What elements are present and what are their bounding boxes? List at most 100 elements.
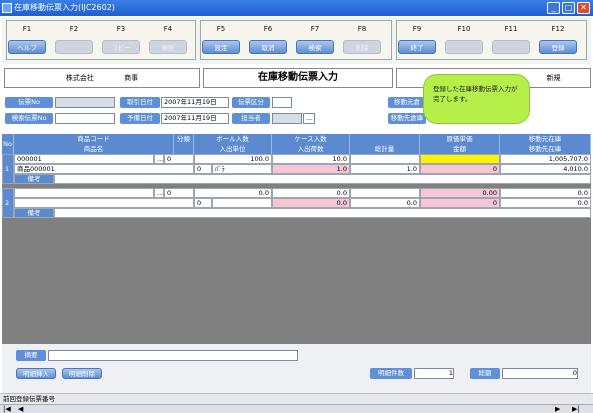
fkey-button-f6[interactable]: 取消	[249, 40, 287, 54]
search-no-field[interactable]	[55, 113, 115, 124]
maximize-button[interactable]: □	[562, 2, 575, 14]
col-stock-to: 移動先在庫	[500, 144, 591, 154]
unit-price-field[interactable]	[420, 154, 500, 164]
fkey-button-f10[interactable]	[445, 40, 483, 54]
record-navigator: |◀ ◀ ▶ ▶|	[0, 404, 593, 413]
fkey-label-f12: F12	[551, 25, 565, 33]
col-amount: 金額	[420, 144, 500, 154]
fkey-button-f2[interactable]	[55, 40, 93, 54]
fkey-button-f11[interactable]	[492, 40, 530, 54]
row-memo-label: 備考	[14, 174, 54, 184]
stock-from-field: 0.0	[500, 188, 591, 198]
product-name-field	[14, 198, 194, 208]
fkey-label-f8: F8	[357, 25, 367, 33]
fkey-button-f12[interactable]: 登録	[539, 40, 577, 54]
total-label: 総額	[470, 368, 500, 379]
insert-row-button[interactable]: 明細挿入	[16, 368, 56, 379]
fkey-label-f9: F9	[412, 25, 422, 33]
unit-field[interactable]	[212, 198, 272, 208]
unit-field[interactable]: ﾊﾞﾗ	[212, 164, 272, 174]
fkey-button-f9[interactable]: 終了	[398, 40, 436, 54]
minimize-button[interactable]: _	[547, 2, 560, 14]
delete-row-button[interactable]: 明細削除	[62, 368, 102, 379]
col-name: 商品名	[14, 144, 174, 154]
row-count-value: 1	[414, 368, 454, 379]
slip-type-field[interactable]	[272, 97, 292, 108]
bara-qty-field[interactable]: 100.0	[194, 154, 272, 164]
fkey-button-f1[interactable]: ヘルプ	[8, 40, 46, 54]
product-code-input[interactable]: 000001	[14, 154, 154, 164]
last-record-icon[interactable]: ▶|	[572, 405, 580, 413]
row-memo-label: 備考	[14, 208, 54, 218]
company-box: 株式会社 商事	[4, 68, 200, 88]
col-bunrui: 分類	[174, 134, 194, 154]
fkey-label-f1: F1	[22, 25, 32, 33]
dest-label-2: 移動先倉庫	[388, 113, 426, 124]
unit-select[interactable]: 0	[194, 164, 212, 174]
category-field[interactable]: 0	[164, 188, 194, 198]
total-qty-field: 1.0	[350, 164, 420, 174]
fkey-label-f6: F6	[263, 25, 273, 33]
slip-no-field[interactable]	[55, 97, 115, 108]
col-price: 原価単価	[420, 134, 500, 144]
product-lookup-button[interactable]: ...	[154, 188, 164, 198]
title-bar: 在庫移動伝票入力(IJC2602) _ □ ✕	[0, 0, 593, 16]
unit-select[interactable]: 0	[194, 198, 212, 208]
fkey-label-f10: F10	[457, 25, 471, 33]
dest-label-1: 移動元倉	[388, 97, 426, 108]
case-qty-field[interactable]: 10.0	[272, 154, 350, 164]
stock-to-field: 4,010.0	[500, 164, 591, 174]
trans-date-field[interactable]: 2007年11月19日	[161, 97, 229, 108]
fkey-label-f3: F3	[116, 25, 126, 33]
search-no-label: 検索伝票No	[5, 113, 53, 124]
product-lookup-button[interactable]: ...	[154, 154, 164, 164]
fkey-label-f7: F7	[310, 25, 320, 33]
fkey-button-f7[interactable]: 検索	[296, 40, 334, 54]
col-code: 商品コード	[14, 134, 174, 144]
app-icon	[2, 3, 12, 13]
stock-from-field: 1,005,707.0	[500, 154, 591, 164]
completion-tooltip: 登録した在庫移動伝票入力が完了します。	[423, 74, 530, 124]
amount-field: 0	[420, 198, 500, 208]
fkey-button-f5[interactable]: 設定	[202, 40, 240, 54]
category-field[interactable]: 0	[164, 154, 194, 164]
stock-to-field: 0.0	[500, 198, 591, 208]
slip-no-label: 伝票No	[5, 97, 53, 108]
plan-date-field[interactable]: 2007年11月19日	[161, 113, 229, 124]
detail-grid: No 商品コード 商品名 分類 ボール入数 入出単位 ケース入数 入出荷数 総計…	[2, 134, 591, 344]
row-memo-field[interactable]	[54, 208, 591, 218]
unit-price-field[interactable]: 0.00	[420, 188, 500, 198]
fkey-label-f5: F5	[216, 25, 226, 33]
case-qty-field[interactable]: 0.0	[272, 188, 350, 198]
person-lookup-button[interactable]: ...	[303, 113, 315, 124]
fkey-button-f4[interactable]: 参照	[149, 40, 187, 54]
next-record-icon[interactable]: ▶	[555, 405, 560, 413]
total-blank	[350, 188, 420, 198]
memo-field[interactable]	[48, 350, 298, 361]
prev-record-icon[interactable]: ◀	[18, 405, 23, 413]
io-qty-field[interactable]: 1.0	[272, 164, 350, 174]
bara-qty-field[interactable]: 0.0	[194, 188, 272, 198]
plan-date-label: 予備日付	[120, 113, 160, 124]
product-name-field: 商品000001	[14, 164, 194, 174]
person-label: 担当者	[232, 113, 270, 124]
window-title: 在庫移動伝票入力(IJC2602)	[14, 3, 115, 12]
io-qty-field[interactable]: 0.0	[272, 198, 350, 208]
memo-label: 摘要	[16, 350, 46, 361]
col-case: ケース入数	[272, 134, 350, 144]
close-button[interactable]: ✕	[577, 2, 590, 14]
col-total: 総計量	[350, 134, 420, 154]
person-code-field[interactable]	[272, 113, 302, 124]
row-memo-field[interactable]	[54, 174, 591, 184]
fkey-button-f3[interactable]: コピー	[102, 40, 140, 54]
dept-name: 商事	[124, 74, 139, 82]
col-bara: ボール入数	[194, 134, 272, 144]
fkey-button-f8[interactable]: 削除	[343, 40, 381, 54]
mode-label: 新規	[546, 74, 561, 82]
product-code-input[interactable]	[14, 188, 154, 198]
row-number: 2	[2, 188, 14, 218]
total-value: 0	[502, 368, 578, 379]
total-blank	[350, 154, 420, 164]
total-qty-field: 0.0	[350, 198, 420, 208]
first-record-icon[interactable]: |◀	[3, 405, 11, 413]
